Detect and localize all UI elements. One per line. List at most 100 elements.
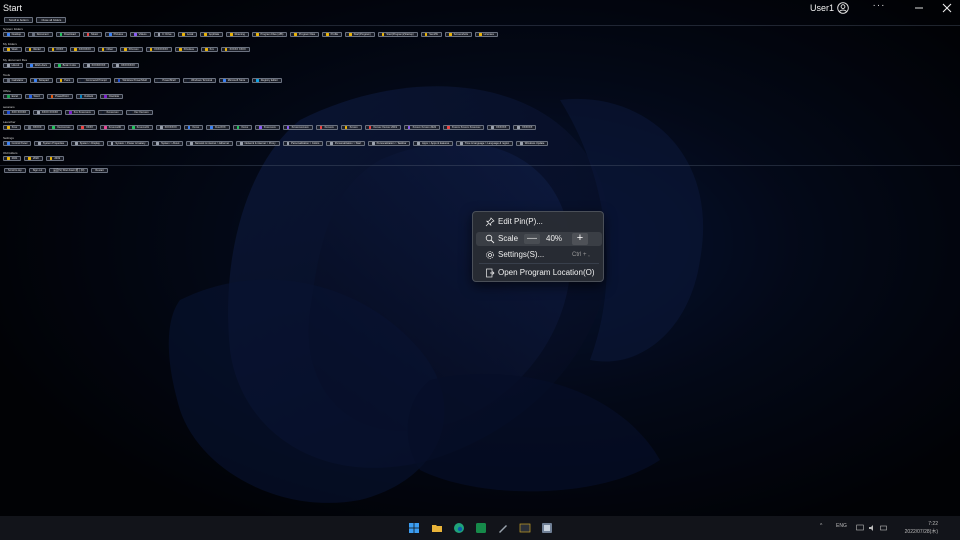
pin-item[interactable]: Outlook bbox=[75, 94, 98, 99]
pin-item[interactable]: Personalization > Taskbar bbox=[368, 141, 411, 146]
pin-item[interactable]: Notepad bbox=[30, 78, 53, 83]
pin-item[interactable]: Network & internet > Ethernet bbox=[186, 141, 234, 146]
pin-item[interactable]: Xxxxx bbox=[183, 125, 204, 130]
group-title[interactable]: sessions bbox=[3, 105, 153, 109]
pin-item[interactable]: XXXXXXX bbox=[155, 125, 181, 130]
pin-item[interactable]: 2020 bbox=[24, 156, 43, 161]
pin-item[interactable]: Xxxxxxxxxxxxx bbox=[282, 125, 313, 130]
pin-item[interactable]: XXxxxxx bbox=[119, 47, 143, 52]
pin-item[interactable]: XXXXXXXX bbox=[82, 63, 110, 68]
pin-item[interactable]: Xxxxxx Xxxxxx Xxxxxxxx bbox=[443, 125, 485, 130]
pin-item[interactable]: Xxxxx bbox=[232, 125, 253, 130]
shut-down-button[interactable]: 設定(S) Shut down 終了(D) bbox=[49, 168, 89, 173]
pin-item[interactable]: Xxxxxxx bbox=[315, 125, 338, 130]
pin-item[interactable]: XXxdoos bbox=[174, 47, 198, 52]
group-title[interactable]: Launcher bbox=[3, 120, 536, 124]
pin-item[interactable]: XXXXXX bbox=[513, 125, 537, 130]
pin-item[interactable]: PowerPoint bbox=[46, 94, 73, 99]
file-explorer-icon[interactable] bbox=[431, 522, 443, 534]
more-options-button[interactable]: ··· bbox=[872, 1, 886, 13]
pin-item[interactable]: Work2 bbox=[24, 47, 45, 52]
pin-item[interactable]: Xxxxxxxxxx bbox=[48, 125, 75, 130]
group-title[interactable]: My document files bbox=[3, 58, 139, 62]
pin-item[interactable]: Local bbox=[178, 32, 198, 37]
pin-item[interactable]: XXXXXXXX bbox=[112, 63, 139, 68]
pin-item[interactable]: Xxxxxxxxx bbox=[255, 125, 280, 130]
settings-menu-item[interactable]: Settings(S)... Ctrl + , bbox=[476, 248, 602, 262]
pin-item[interactable]: Xxx Xxxxxxxxx bbox=[65, 110, 95, 115]
edge-browser-icon[interactable] bbox=[453, 522, 465, 534]
windows-start-icon[interactable] bbox=[408, 522, 420, 534]
pin-item[interactable]: Document bbox=[28, 32, 53, 37]
pin-item[interactable]: Pictures bbox=[105, 32, 128, 37]
pin-item[interactable]: Excel bbox=[3, 94, 22, 99]
pin-item[interactable]: Registry Editor bbox=[252, 78, 282, 83]
pin-item[interactable]: Life.txt bbox=[3, 63, 24, 68]
pin-item[interactable]: Microsoft Store bbox=[219, 78, 250, 83]
pin-item[interactable]: Time & language > Language & region bbox=[456, 141, 514, 146]
pin-item[interactable]: XXX XXXXX bbox=[3, 110, 31, 115]
pin-item[interactable]: XxxxXXX bbox=[206, 125, 230, 130]
group-title[interactable]: Settings bbox=[3, 136, 548, 140]
pin-item[interactable]: AppData bbox=[200, 32, 223, 37]
close-button[interactable] bbox=[940, 1, 954, 15]
edit-pin-menu-item[interactable]: Edit Pin(P)... bbox=[476, 215, 602, 229]
scroll-to-bottom-button[interactable]: Scroll to bottom bbox=[4, 17, 34, 23]
pin-item[interactable]: Videos bbox=[130, 32, 151, 37]
pin-item[interactable]: Licenses bbox=[475, 32, 498, 37]
pin-item[interactable]: 2021 bbox=[3, 156, 22, 161]
close-all-folders-button[interactable]: Close all folders bbox=[36, 17, 67, 23]
group-title[interactable]: System folders bbox=[3, 27, 498, 31]
pin-item[interactable]: Start(Program)(Startup) bbox=[377, 32, 418, 37]
pin-item[interactable]: 2019 bbox=[45, 156, 65, 161]
pin-item[interactable]: Desktop bbox=[3, 32, 26, 37]
pin-item[interactable]: Calculator bbox=[3, 78, 28, 83]
input-language-indicator[interactable]: ENG bbox=[836, 523, 847, 529]
pin-item[interactable]: Xxx Xxxxxxx bbox=[125, 110, 153, 115]
pin-item[interactable]: Start(Program) bbox=[345, 32, 375, 37]
pin-item[interactable]: Xxx bbox=[200, 47, 218, 52]
minimize-button[interactable] bbox=[912, 2, 926, 14]
pin-item[interactable]: Paint bbox=[55, 78, 75, 83]
pin-item[interactable]: Roaming bbox=[225, 32, 249, 37]
group-title[interactable]: Office bbox=[3, 89, 123, 93]
pin-item[interactable]: XXXX bbox=[47, 47, 68, 52]
spreadsheet-app-icon[interactable] bbox=[475, 522, 487, 534]
pin-item[interactable]: Xxxxxx Xxxxxx 2019 bbox=[364, 125, 401, 130]
pin-item[interactable]: Xxxxxx Xxxxxx 2022 bbox=[403, 125, 441, 130]
open-program-location-menu-item[interactable]: Open Program Location(O) bbox=[476, 266, 602, 280]
pin-item[interactable]: Xxxxxxx00 bbox=[99, 125, 125, 130]
pin-item[interactable]: System > Display bbox=[71, 141, 104, 146]
pin-item[interactable]: System Properties bbox=[34, 141, 69, 146]
pin-item[interactable]: XXXXXXXX bbox=[145, 47, 172, 52]
restart-button[interactable]: Restart bbox=[91, 168, 108, 173]
scale-increase-button[interactable]: + bbox=[572, 233, 588, 245]
pin-item[interactable]: Xxxxxx bbox=[340, 125, 362, 130]
pin-item[interactable]: Book 4.xlsx bbox=[54, 63, 80, 68]
system-clock[interactable]: 7:22 2022/07/28(木) bbox=[898, 520, 938, 536]
battery-icon[interactable] bbox=[880, 524, 888, 532]
user-account[interactable]: User1 bbox=[810, 2, 849, 14]
pin-item[interactable]: XXXX XXXXX bbox=[33, 110, 63, 115]
pin-item[interactable]: XXXXX bbox=[24, 125, 46, 130]
start-launcher-app-icon[interactable] bbox=[541, 522, 553, 534]
pin-item[interactable]: System > About bbox=[152, 141, 184, 146]
pin-item[interactable]: Xxxxxxxxx bbox=[97, 110, 123, 115]
pin-item[interactable]: System > Power & battery bbox=[106, 141, 150, 146]
tray-overflow-chevron-icon[interactable]: ^ bbox=[820, 523, 822, 529]
pin-item[interactable]: Screenshots bbox=[445, 32, 473, 37]
scale-decrease-button[interactable]: — bbox=[524, 234, 540, 244]
pin-item[interactable]: Work.docx bbox=[26, 63, 52, 68]
pin-item[interactable]: OneNote bbox=[100, 94, 124, 99]
pin-item[interactable]: Apps > Apps & features bbox=[413, 141, 454, 146]
pin-item[interactable]: XXXXXXX bbox=[70, 47, 95, 52]
pin-item[interactable]: C: Drive bbox=[153, 32, 176, 37]
sign-out-button[interactable]: Sign out bbox=[28, 168, 47, 173]
pin-item[interactable]: XXXXX XXXX bbox=[220, 47, 250, 52]
pin-item[interactable]: Program Files bbox=[290, 32, 320, 37]
scroll-to-top-button[interactable]: Scroll to top bbox=[4, 168, 26, 173]
pin-item[interactable]: Windows Terminal bbox=[182, 78, 217, 83]
pin-item[interactable]: XXXXXX bbox=[487, 125, 511, 130]
pin-item[interactable]: SendTo bbox=[420, 32, 443, 37]
pin-item[interactable]: Download bbox=[55, 32, 80, 37]
